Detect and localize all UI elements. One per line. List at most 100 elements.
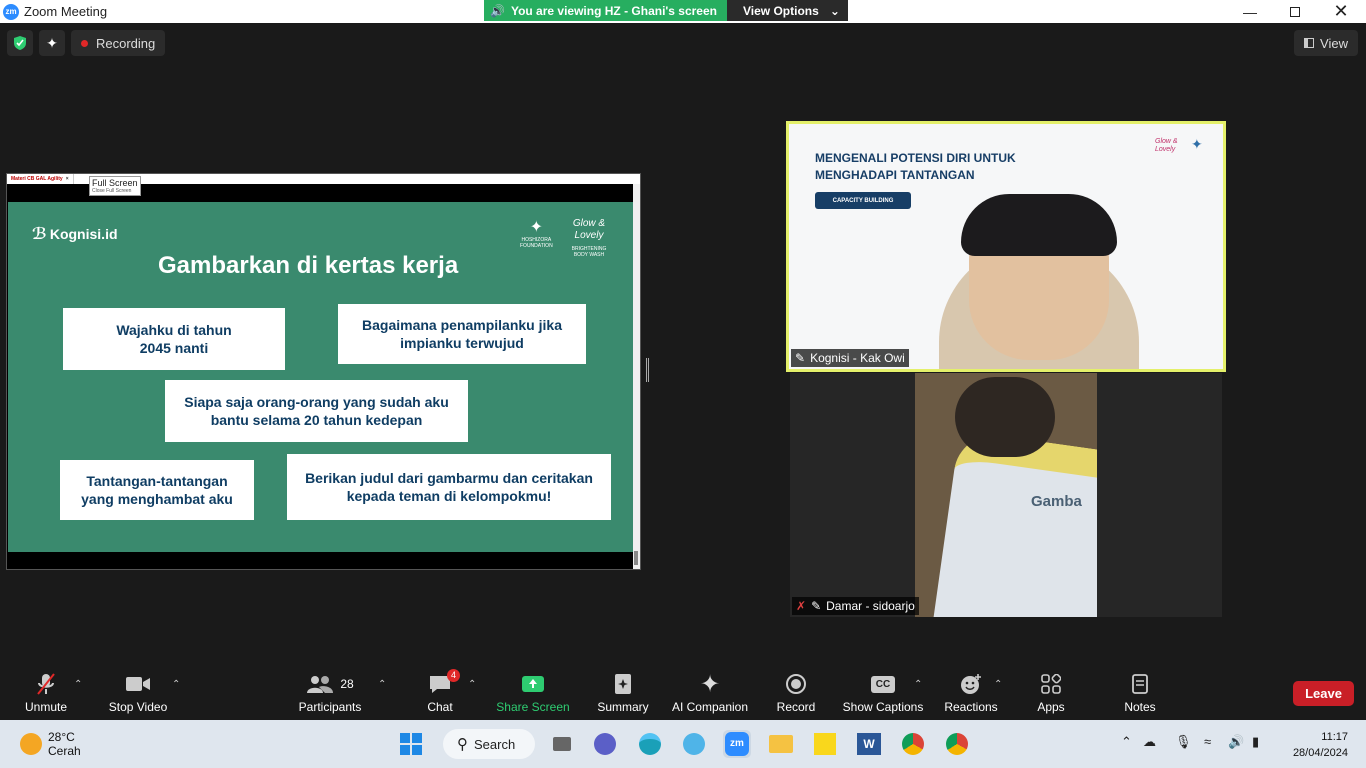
minimize-button[interactable]: — <box>1227 0 1273 23</box>
unmute-button[interactable]: Unmute <box>20 663 72 720</box>
weather-condition: Cerah <box>48 744 81 758</box>
hoshizora-sub: FOUNDATION <box>520 243 553 250</box>
recording-label: Recording <box>96 35 156 51</box>
record-button[interactable]: Record <box>774 663 818 720</box>
taskbar-chrome[interactable] <box>899 730 927 758</box>
notes-icon <box>1131 671 1149 697</box>
windows-logo-icon <box>400 733 422 755</box>
reactions-caret-icon[interactable]: ⌃ <box>994 679 1002 690</box>
battery-icon[interactable]: ▮ <box>1252 734 1259 750</box>
summary-label: Summary <box>597 700 649 714</box>
wifi-icon[interactable]: ≈ <box>1204 734 1211 749</box>
show-captions-label: Show Captions <box>842 700 924 714</box>
taskbar-app-globe[interactable] <box>680 730 708 758</box>
taskbar-chrome-profile[interactable] <box>943 730 971 758</box>
video-tile-speaker[interactable]: MENGENALI POTENSI DIRI UNTUK MENGHADAPI … <box>786 121 1226 372</box>
fullscreen-tip-text: Full Screen <box>92 178 138 188</box>
zoom-logo-icon: zm <box>3 3 19 20</box>
hand-shadow <box>955 377 1055 457</box>
mic-muted-icon <box>35 671 57 697</box>
fullscreen-tooltip: Full Screen Close Full Screen <box>89 176 141 196</box>
participants-count: 28 <box>340 677 354 691</box>
shield-icon <box>14 36 26 50</box>
chrome-profile-icon <box>946 733 968 755</box>
browser-tab[interactable]: Materi CB GAL Agility × <box>7 174 74 184</box>
slide-card: Berikan judul dari gambarmu dan ceritaka… <box>287 454 611 520</box>
record-label: Record <box>776 700 816 714</box>
onedrive-cloud-icon[interactable]: ☁ <box>1143 734 1156 750</box>
video-options-caret-icon[interactable]: ⌃ <box>172 679 180 690</box>
video-camera-icon <box>125 671 151 697</box>
share-screen-icon <box>521 671 545 697</box>
weather-widget[interactable]: 28°C Cerah <box>20 730 81 758</box>
clock-date: 28/04/2024 <box>1292 747 1348 759</box>
hoshizora-star-icon: ✦ <box>529 219 544 236</box>
meeting-topbar: ✦ Recording <box>0 23 1366 63</box>
participants-button[interactable]: 28 Participants <box>298 663 362 720</box>
video-tile-participant[interactable]: Gamba ✗ ✎ Damar - sidoarjo <box>790 373 1222 617</box>
start-button[interactable] <box>397 730 425 758</box>
view-button[interactable]: View <box>1294 30 1358 56</box>
taskbar-zoom[interactable]: zm <box>723 730 751 758</box>
split-resize-handle[interactable] <box>646 358 649 382</box>
glow-lovely-sub: BRIGHTENING BODY WASH <box>571 246 607 258</box>
shared-screen[interactable]: Materi CB GAL Agility × Full Screen Clos… <box>6 173 641 570</box>
reactions-button[interactable]: Reactions <box>944 663 998 720</box>
security-button[interactable] <box>7 30 33 56</box>
chat-icon: 4 <box>428 669 460 697</box>
taskbar-sticky-notes[interactable] <box>811 730 839 758</box>
slide-card: Bagaimana penampilanku jika impianku ter… <box>338 304 586 364</box>
person-hair <box>961 194 1117 256</box>
stop-video-button[interactable]: Stop Video <box>106 663 170 720</box>
taskbar-file-explorer[interactable] <box>767 730 795 758</box>
participants-caret-icon[interactable]: ⌃ <box>378 679 386 690</box>
tray-mic-icon[interactable]: 🎙 <box>1175 734 1192 750</box>
taskbar-search[interactable]: ⚲ Search <box>443 729 535 759</box>
notes-button[interactable]: Notes <box>1122 663 1158 720</box>
summary-button[interactable]: Summary <box>595 663 651 720</box>
tab-close-icon[interactable]: × <box>66 176 69 182</box>
task-view-icon <box>553 737 571 751</box>
paper-sheet <box>932 430 1097 617</box>
recording-indicator[interactable]: Recording <box>71 30 166 56</box>
share-screen-button[interactable]: Share Screen <box>496 663 570 720</box>
meet-video-icon <box>594 733 616 755</box>
ai-sparkle-button[interactable]: ✦ <box>39 30 65 56</box>
view-options-button[interactable]: View Options ⌄ <box>726 0 848 21</box>
restore-icon <box>1290 6 1300 17</box>
chat-button[interactable]: 4 Chat <box>424 663 460 720</box>
taskbar-clock[interactable]: 11:17 28/04/2024 <box>1293 729 1348 761</box>
word-icon: W <box>857 733 881 755</box>
task-view-button[interactable] <box>548 730 576 758</box>
scrollbar-thumb[interactable] <box>634 551 638 565</box>
windows-taskbar: 28°C Cerah ⚲ Search zm W ⌃ ☁ 🎙 ≈ 🔊 ▮ 11:… <box>0 720 1366 768</box>
captions-caret-icon[interactable]: ⌃ <box>914 679 922 690</box>
audio-options-caret-icon[interactable]: ⌃ <box>74 679 82 690</box>
viewing-status: 🔊 You are viewing HZ - Ghani's screen <box>484 0 727 21</box>
chat-caret-icon[interactable]: ⌃ <box>468 679 476 690</box>
share-screen-label: Share Screen <box>496 700 570 714</box>
participant-video: Gamba <box>915 373 1097 617</box>
taskbar-edge[interactable] <box>636 730 664 758</box>
ai-companion-button[interactable]: ✦ AI Companion <box>670 663 750 720</box>
speaker-bg-badge: CAPACITY BUILDING <box>815 192 911 209</box>
close-button[interactable]: ✕ <box>1318 0 1364 23</box>
kognisi-logo: ℬ Kognisi.id <box>32 224 118 244</box>
reactions-label: Reactions <box>944 700 998 714</box>
volume-icon[interactable]: 🔊 <box>1228 734 1244 750</box>
taskbar-meet-app[interactable] <box>591 730 619 758</box>
minimize-icon: — <box>1243 3 1257 20</box>
slide-scrollbar[interactable] <box>633 184 640 569</box>
show-captions-button[interactable]: CC Show Captions <box>842 663 924 720</box>
glow-lovely-logo: Glow & Lovely BRIGHTENING BODY WASH <box>566 218 612 258</box>
window-title: Zoom Meeting <box>24 4 108 19</box>
apps-button[interactable]: Apps <box>1034 663 1068 720</box>
tray-overflow-icon[interactable]: ⌃ <box>1121 734 1132 750</box>
taskbar-word[interactable]: W <box>855 730 883 758</box>
kognisi-brand: Kognisi.id <box>49 226 118 242</box>
recording-dot-icon <box>81 39 88 47</box>
leave-button[interactable]: Leave <box>1293 681 1354 706</box>
speaker-bg-logo: Glow & Lovely <box>1155 138 1178 153</box>
restore-button[interactable] <box>1272 0 1318 23</box>
apps-label: Apps <box>1037 700 1065 714</box>
